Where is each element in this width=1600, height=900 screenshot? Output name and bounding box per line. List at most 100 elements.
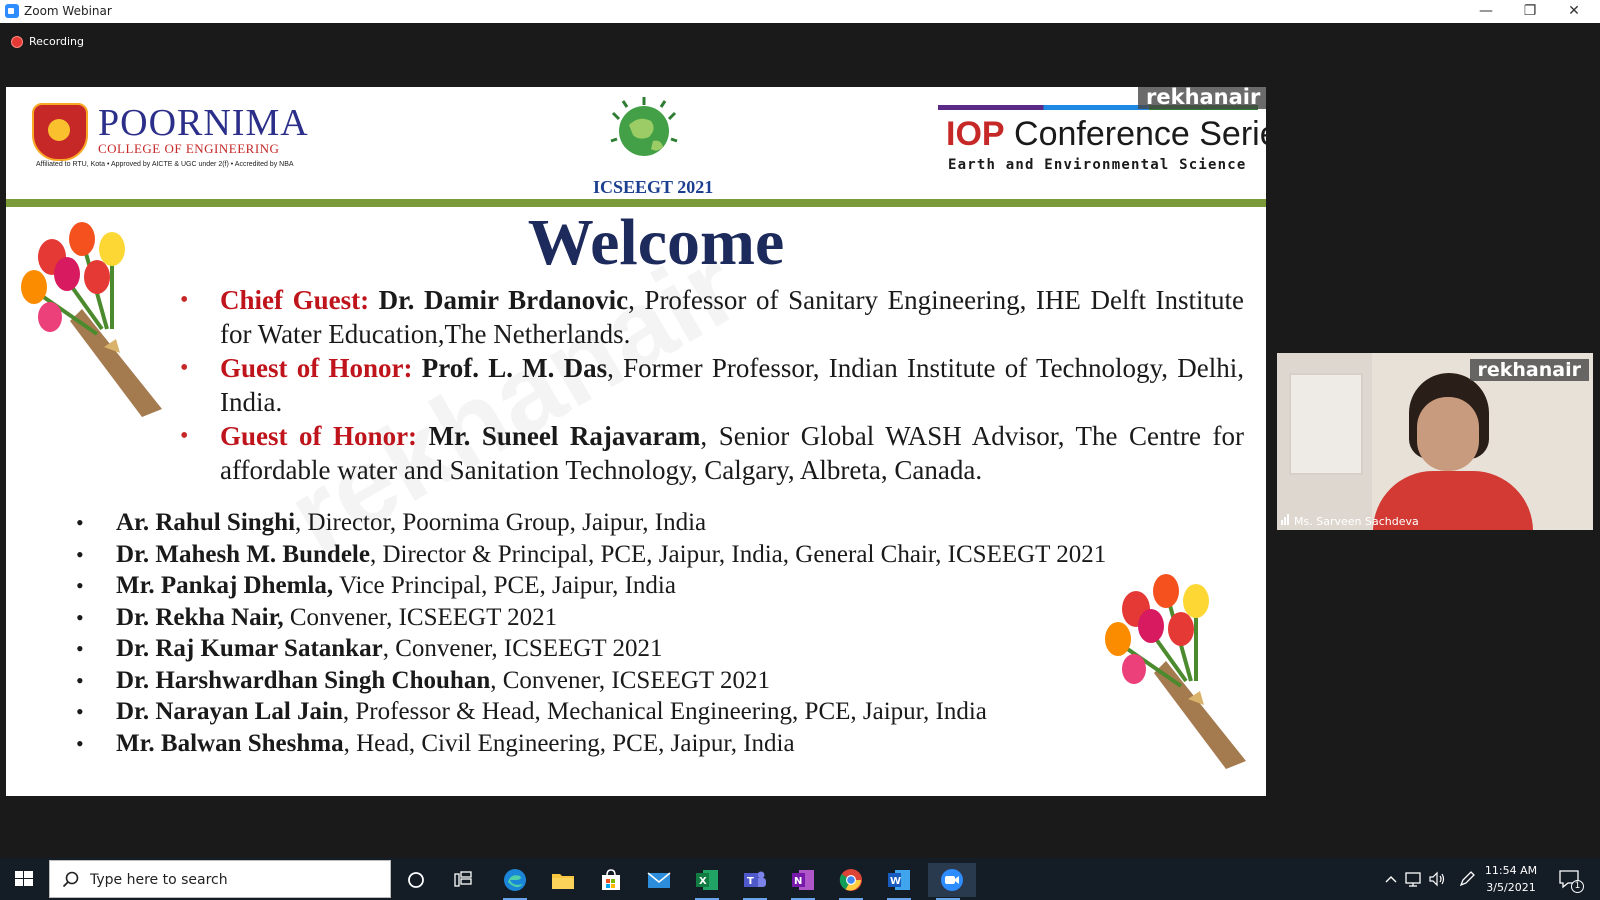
video-name-tag: rekhanair (1469, 359, 1589, 381)
person-name: Ar. Rahul Singhi (116, 509, 296, 536)
iop-title: IOP Conference Series (946, 115, 1266, 154)
recording-label: Recording (29, 35, 85, 48)
tulip-bouquet-icon (1105, 574, 1246, 769)
person-name: Dr. Rekha Nair, (116, 603, 284, 631)
iop-series: Conference Series (1014, 115, 1266, 153)
list-item: Dr. Harshwardhan Singh Chouhan, Convener… (76, 665, 1106, 697)
tulip-bouquet-icon (21, 222, 162, 417)
iop-logo: IOP Conference Series Earth and Environm… (938, 105, 1266, 177)
svg-text:X: X (699, 876, 707, 887)
slide-header: POORNIMA COLLEGE OF ENGINEERING Affiliat… (6, 87, 1266, 199)
restore-button[interactable]: ❐ (1508, 0, 1552, 23)
task-view-icon[interactable] (443, 863, 483, 897)
taskbar: X T N W 11:54 AM 3/5/2021 1 (0, 858, 1600, 900)
microsoft-store-icon[interactable] (591, 863, 631, 897)
clock-time: 11:54 AM (1484, 864, 1538, 877)
list-item: Mr. Pankaj Dhemla, Vice Principal, PCE, … (76, 570, 1106, 602)
teams-icon[interactable]: T (735, 863, 775, 900)
guest-list: Chief Guest: Dr. Damir Brdanovic, Profes… (180, 283, 1244, 487)
list-item: Dr. Raj Kumar Satankar, Convener, ICSEEG… (76, 633, 1106, 665)
chrome-icon[interactable] (831, 863, 871, 900)
guest-role: Guest of Honor: (220, 353, 413, 383)
pen-icon[interactable] (1456, 858, 1478, 900)
svg-text:W: W (890, 876, 901, 887)
zoom-icon (5, 4, 19, 18)
person-description: Vice Principal, PCE, Jaipur, India (333, 572, 676, 599)
zoom-app-icon[interactable] (928, 863, 976, 900)
onenote-icon[interactable]: N (783, 863, 823, 900)
record-icon (11, 35, 23, 48)
guest-name: Prof. L. M. Das (421, 353, 608, 383)
list-item: Dr. Mahesh M. Bundele, Director & Princi… (76, 539, 1106, 571)
conference-name: ICSEEGT 2021 (593, 177, 714, 197)
list-item: Dr. Narayan Lal Jain, Professor & Head, … (76, 696, 1106, 728)
close-button[interactable]: ✕ (1552, 0, 1596, 23)
participant-video-tile[interactable]: rekhanair Ms. Sarveen Sachdeva (1277, 353, 1593, 530)
taskbar-search[interactable] (49, 860, 391, 898)
person-name: Mr. Balwan Sheshma (116, 729, 344, 757)
person-name: Dr. Narayan Lal Jain (116, 698, 343, 725)
svg-text:T: T (747, 876, 754, 887)
person-name: Mr. Pankaj Dhemla, (116, 572, 334, 599)
globe-logo-icon (610, 97, 678, 156)
list-item: Mr. Balwan Sheshma, Head, Civil Engineer… (76, 728, 1106, 760)
person-description: , Director & Principal, PCE, Jaipur, Ind… (369, 540, 1107, 568)
chevron-up-icon[interactable] (1380, 858, 1402, 900)
video-wall-frame (1289, 373, 1363, 475)
welcome-title: Welcome (527, 206, 785, 279)
svg-text:N: N (794, 876, 802, 887)
participant-caption: Ms. Sarveen Sachdeva (1281, 514, 1419, 528)
iop-subtitle: Earth and Environmental Science (948, 157, 1247, 173)
word-icon[interactable]: W (879, 863, 919, 900)
network-icon[interactable] (1403, 858, 1425, 900)
participant-face (1417, 397, 1479, 471)
guest-name: Dr. Damir Brdanovic (378, 285, 629, 315)
guest-item: Guest of Honor: Prof. L. M. Das, Former … (180, 351, 1244, 419)
volume-icon[interactable] (1426, 858, 1448, 900)
presenter-name-tag: rekhanair (1138, 87, 1266, 109)
guest-item: Guest of Honor: Mr. Suneel Rajavaram, Se… (180, 419, 1244, 487)
list-item: Dr. Rekha Nair, Convener, ICSEEGT 2021 (76, 602, 1106, 634)
dignitary-list: Ar. Rahul Singhi, Director, Poornima Gro… (76, 507, 1106, 759)
edge-icon[interactable] (495, 863, 535, 900)
college-logo: POORNIMA COLLEGE OF ENGINEERING Affiliat… (32, 101, 322, 171)
guest-role: Guest of Honor: (220, 421, 418, 451)
mail-icon[interactable] (639, 863, 679, 897)
title-bar: Zoom Webinar — ❐ ✕ (0, 0, 1600, 23)
person-name: Dr. Harshwardhan Singh Chouhan (116, 666, 491, 694)
college-name: POORNIMA (98, 102, 309, 144)
file-explorer-icon[interactable] (543, 863, 583, 897)
guest-name: Mr. Suneel Rajavaram (428, 421, 701, 451)
cortana-icon[interactable] (396, 863, 436, 897)
person-description: , Professor & Head, Mechanical Engineeri… (342, 698, 987, 725)
person-description: , Convener, ICSEEGT 2021 (382, 635, 663, 662)
guest-description: , Professor of Sanitary Engineering, IHE… (220, 285, 1245, 349)
windows-start-icon[interactable] (0, 858, 48, 900)
iop-brand: IOP (946, 115, 1005, 153)
search-icon (62, 871, 79, 888)
person-description: , Director, Poornima Group, Jaipur, Indi… (295, 509, 707, 536)
excel-icon[interactable]: X (687, 863, 727, 900)
person-description: , Convener, ICSEEGT 2021 (490, 666, 770, 694)
list-item: Ar. Rahul Singhi, Director, Poornima Gro… (76, 507, 1106, 539)
college-crest-icon (32, 103, 88, 161)
search-input[interactable] (88, 867, 382, 893)
notification-count: 1 (1571, 880, 1584, 893)
participant-name: Ms. Sarveen Sachdeva (1294, 515, 1419, 528)
college-subtitle: COLLEGE OF ENGINEERING (98, 141, 280, 156)
notification-center-icon[interactable]: 1 (1554, 858, 1584, 900)
clock-date: 3/5/2021 (1486, 881, 1536, 894)
minimize-button[interactable]: — (1464, 0, 1508, 23)
college-tagline: Affiliated to RTU, Kota • Approved by AI… (36, 161, 294, 168)
guest-item: Chief Guest: Dr. Damir Brdanovic, Profes… (180, 283, 1244, 351)
recording-indicator[interactable]: Recording (11, 35, 84, 48)
person-description: Convener, ICSEEGT 2021 (283, 603, 558, 631)
shared-slide: rekhanair POORNIMA COLLEGE OF ENGINEERIN… (6, 87, 1266, 796)
system-clock[interactable]: 11:54 AM 3/5/2021 (1476, 862, 1546, 896)
guest-role: Chief Guest: (220, 285, 370, 315)
person-description: , Head, Civil Engineering, PCE, Jaipur, … (343, 729, 795, 757)
window-title: Zoom Webinar (24, 4, 112, 18)
person-name: Dr. Mahesh M. Bundele (116, 540, 370, 568)
person-name: Dr. Raj Kumar Satankar (116, 635, 383, 662)
signal-strength-icon (1281, 514, 1290, 528)
